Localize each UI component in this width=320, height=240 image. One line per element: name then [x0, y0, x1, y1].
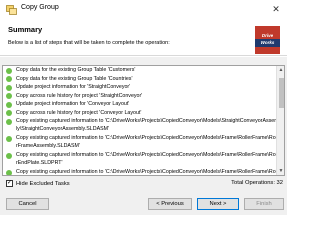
finish-button[interactable]: Finish	[244, 198, 284, 210]
list-item[interactable]: Update project information for 'Straight…	[3, 83, 284, 92]
list-item[interactable]: Copy existing captured information to 'C…	[3, 134, 284, 151]
list-item[interactable]: Copy existing captured information to 'C…	[3, 151, 284, 168]
step-text: Copy data for the existing Group Table '…	[16, 67, 136, 73]
success-icon	[6, 135, 12, 142]
list-item[interactable]: Copy data for the existing Group Table '…	[3, 66, 284, 75]
hide-excluded-checkbox[interactable]: ✓	[6, 180, 13, 187]
summary-description: Below is a list of steps that will be ta…	[8, 40, 170, 46]
list-item[interactable]: Update project information for 'Conveyor…	[3, 100, 284, 109]
step-text: Copy existing captured information to 'C…	[16, 169, 281, 175]
next-button[interactable]: Next >	[197, 198, 239, 210]
previous-button[interactable]: < Previous	[148, 198, 192, 210]
window-title: Copy Group	[21, 4, 59, 11]
step-text: Copy existing captured information to 'C…	[16, 135, 281, 149]
cancel-button[interactable]: Cancel	[6, 198, 49, 210]
total-operations: Total Operations: 32	[231, 180, 283, 186]
vertical-scrollbar[interactable]: ▲ ▼	[276, 66, 284, 175]
success-icon	[6, 110, 12, 116]
steps-list[interactable]: Copy data for the existing Group Table '…	[2, 65, 285, 176]
step-text: Copy data for the existing Group Table '…	[16, 75, 133, 82]
success-icon	[6, 101, 12, 108]
step-text: Copy across rule history for project 'Co…	[16, 109, 142, 116]
logo-text-works: Works	[260, 40, 275, 45]
list-item[interactable]: Copy existing captured information to 'C…	[3, 117, 284, 134]
success-icon	[6, 76, 12, 82]
step-text: Copy across rule history for project 'St…	[16, 92, 143, 99]
step-text: Copy existing captured information to 'C…	[16, 152, 281, 166]
list-item[interactable]: Copy existing captured information to 'C…	[3, 168, 284, 175]
success-icon	[6, 118, 12, 125]
close-icon: ✕	[272, 3, 280, 14]
success-icon	[6, 152, 12, 159]
close-button[interactable]: ✕	[265, 0, 287, 18]
success-icon	[6, 93, 12, 99]
success-icon	[6, 169, 12, 175]
hide-excluded-option[interactable]: ✓ Hide Excluded Tasks	[6, 180, 70, 187]
copy-group-icon	[6, 5, 17, 15]
step-text: Copy existing captured information to 'C…	[16, 118, 282, 132]
driveworks-logo: Drive Works	[255, 26, 280, 54]
step-text: Update project information for 'Conveyor…	[16, 101, 130, 107]
title-bar: Copy Group ✕	[0, 0, 287, 20]
scrollbar-thumb[interactable]	[278, 78, 284, 108]
summary-heading: Summary	[8, 25, 43, 34]
scroll-down-icon[interactable]: ▼	[278, 168, 284, 174]
list-item[interactable]: Copy across rule history for project 'Co…	[3, 109, 284, 118]
scroll-up-icon[interactable]: ▲	[278, 67, 284, 73]
step-text: Update project information for 'Straight…	[16, 84, 131, 90]
list-item[interactable]: Copy across rule history for project 'St…	[3, 92, 284, 101]
list-item[interactable]: Copy data for the existing Group Table '…	[3, 75, 284, 84]
hide-excluded-label: Hide Excluded Tasks	[16, 180, 70, 187]
summary-header: Summary Below is a list of steps that wi…	[0, 20, 287, 56]
success-icon	[6, 84, 12, 91]
logo-band: Works	[255, 39, 280, 47]
success-icon	[6, 67, 12, 74]
